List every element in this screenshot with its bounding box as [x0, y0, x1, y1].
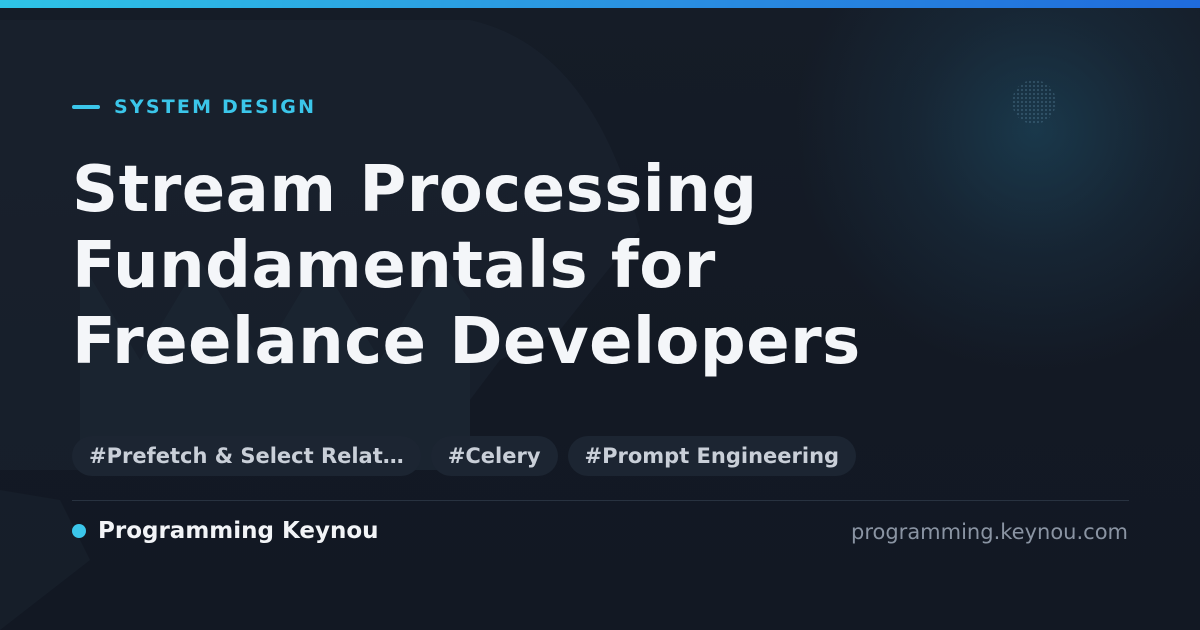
brand-name: Programming Keynou	[98, 518, 379, 544]
site-url[interactable]: programming.keynou.com	[851, 520, 1128, 544]
page-title: Stream Processing Fundamentals for Freel…	[72, 152, 1132, 380]
title-line: Freelance Developers	[72, 305, 861, 379]
category-text: SYSTEM DESIGN	[114, 96, 317, 118]
tag-prompt-engineering[interactable]: #Prompt Engineering	[567, 436, 857, 476]
tag-prefetch-select-related[interactable]: #Prefetch & Select Relat…	[72, 436, 421, 476]
dot-pattern	[1012, 80, 1056, 124]
tag-list: #Prefetch & Select Relat… #Celery #Promp…	[72, 436, 857, 476]
footer-divider	[72, 500, 1129, 501]
tag-celery[interactable]: #Celery	[430, 436, 558, 476]
brand: Programming Keynou	[72, 518, 379, 544]
social-card: SYSTEM DESIGN Stream Processing Fundamen…	[0, 0, 1200, 630]
category-accent-line	[72, 105, 100, 109]
category-label: SYSTEM DESIGN	[72, 96, 316, 118]
brand-dot-icon	[72, 524, 86, 538]
title-line: Stream Processing	[72, 153, 758, 227]
title-line: Fundamentals for	[72, 229, 716, 303]
